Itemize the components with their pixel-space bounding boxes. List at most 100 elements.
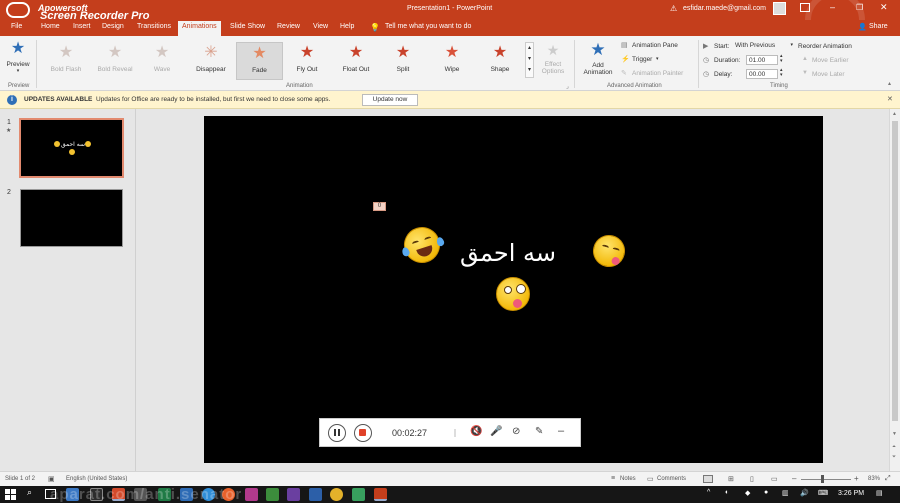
preview-button[interactable]: ★ Preview ▾ xyxy=(4,40,32,80)
fly-out-icon: ★ xyxy=(299,44,315,61)
scroll-up-icon[interactable]: ▲ xyxy=(892,111,897,117)
powerpoint-icon[interactable] xyxy=(374,488,387,501)
tell-me-search[interactable]: Tell me what you want to do xyxy=(385,23,471,30)
reading-view-icon[interactable]: ▯ xyxy=(750,475,754,483)
network-icon[interactable]: ▥ xyxy=(782,489,789,497)
zoom-out-icon[interactable]: – xyxy=(792,474,796,483)
effect-split[interactable]: ★ Split xyxy=(381,42,425,80)
move-later-button[interactable]: Move Later xyxy=(812,71,845,78)
tab-animations[interactable]: Animations xyxy=(178,21,221,36)
winking-tongue-emoji-icon[interactable] xyxy=(589,231,629,271)
microphone-icon[interactable]: 🎤 xyxy=(490,426,502,437)
animation-pane-button[interactable]: Animation Pane xyxy=(632,42,678,49)
wipe-icon: ★ xyxy=(444,44,460,61)
tab-view[interactable]: View xyxy=(313,23,328,30)
annotate-pen-icon[interactable]: ✎ xyxy=(535,426,543,437)
chevron-down-icon: ▾ xyxy=(16,68,20,74)
tab-file[interactable]: File xyxy=(11,23,22,30)
start-button-icon[interactable] xyxy=(5,489,16,500)
zoom-level[interactable]: 83% xyxy=(868,476,880,482)
pause-button[interactable] xyxy=(328,424,346,442)
tab-review[interactable]: Review xyxy=(277,23,300,30)
effect-bold-reveal[interactable]: ★ Bold Reveal xyxy=(93,42,137,80)
webcam-icon[interactable]: ⊘ xyxy=(512,426,520,437)
app-icon[interactable] xyxy=(352,488,365,501)
share-button[interactable]: Share xyxy=(869,23,888,30)
next-slide-icon[interactable]: ⏷ xyxy=(892,454,896,460)
slide-sorter-icon[interactable]: ⊞ xyxy=(728,475,734,483)
language-icon[interactable]: ⌨ xyxy=(818,489,828,497)
thumbnail-slide-2[interactable] xyxy=(20,189,123,247)
minimize-recorder-icon[interactable]: – xyxy=(558,425,564,437)
app-icon[interactable] xyxy=(245,488,258,501)
slideshow-icon[interactable]: ▭ xyxy=(771,475,778,483)
duration-input[interactable]: 01.00 xyxy=(746,55,778,65)
slide-title-text[interactable]: سه احمق xyxy=(460,239,556,267)
tab-slide-show[interactable]: Slide Show xyxy=(230,23,265,30)
effect-fly-out[interactable]: ★ Fly Out xyxy=(285,42,329,80)
update-now-button[interactable]: Update now xyxy=(362,94,418,106)
speaker-mute-icon[interactable]: 🔇 xyxy=(470,426,482,437)
notifications-icon[interactable]: ▤ xyxy=(876,489,883,497)
animation-painter-button[interactable]: Animation Painter xyxy=(632,70,683,77)
scroll-down-icon[interactable]: ▼ xyxy=(892,431,897,437)
user-email[interactable]: esfidar.maede@gmail.com xyxy=(683,5,766,12)
collapse-ribbon-icon[interactable]: ▴ xyxy=(888,80,891,87)
zoom-slider-thumb[interactable] xyxy=(821,475,824,483)
effect-disappear[interactable]: ✳ Disappear xyxy=(189,42,233,80)
search-icon[interactable]: ⌕ xyxy=(27,487,32,498)
tongue xyxy=(610,256,621,266)
tab-insert[interactable]: Insert xyxy=(73,23,91,30)
effect-options-button[interactable]: ★ Effect Options xyxy=(538,42,568,75)
tab-help[interactable]: Help xyxy=(340,23,354,30)
effect-shape[interactable]: ★ Shape xyxy=(478,42,522,80)
zany-face-emoji-icon[interactable] xyxy=(496,277,530,311)
prev-slide-icon[interactable]: ⏶ xyxy=(892,444,896,450)
effect-wave[interactable]: ★ Wave xyxy=(140,42,184,80)
normal-view-icon[interactable] xyxy=(703,475,713,483)
start-select[interactable]: With Previous ▾ xyxy=(733,41,793,51)
tab-transitions[interactable]: Transitions xyxy=(137,23,171,30)
laughing-tears-emoji-icon[interactable] xyxy=(399,222,446,268)
zoom-slider[interactable] xyxy=(801,479,851,480)
volume-icon[interactable]: 🔊 xyxy=(800,489,809,497)
effect-float-out[interactable]: ★ Float Out xyxy=(334,42,378,80)
stop-button[interactable] xyxy=(354,424,372,442)
scroll-thumb[interactable] xyxy=(892,121,898,421)
tray-up-icon[interactable]: ^ xyxy=(707,489,710,496)
close-notification-icon[interactable]: ✕ xyxy=(887,95,893,103)
app-icon[interactable] xyxy=(309,488,322,501)
effect-fade[interactable]: ★ Fade xyxy=(236,42,283,80)
effect-wipe[interactable]: ★ Wipe xyxy=(430,42,474,80)
delay-spinner[interactable]: ▴ ▾ xyxy=(780,68,783,78)
tab-home[interactable]: Home xyxy=(41,23,60,30)
delay-input[interactable]: 00.00 xyxy=(746,69,778,79)
close-button[interactable]: ✕ xyxy=(880,2,888,13)
app-icon[interactable] xyxy=(266,488,279,501)
tab-design[interactable]: Design xyxy=(102,23,124,30)
effect-bold-flash[interactable]: ★ Bold Flash xyxy=(44,42,88,80)
app-icon[interactable] xyxy=(287,488,300,501)
thumbnail-slide-1[interactable]: سه احمق xyxy=(19,118,124,178)
gallery-scroll[interactable]: ▴ ▾ ▾ xyxy=(525,42,534,78)
add-animation-button[interactable]: ★ Add Animation xyxy=(578,40,618,76)
clock[interactable]: 3:26 PM xyxy=(838,490,864,497)
notes-button[interactable]: Notes xyxy=(620,476,636,482)
avatar[interactable] xyxy=(773,2,786,15)
trigger-button[interactable]: Trigger xyxy=(632,56,652,63)
comments-button[interactable]: Comments xyxy=(657,476,686,482)
vertical-scrollbar[interactable]: ▲ ▼ ⏶ ⏷ xyxy=(889,109,900,471)
dialog-launcher-icon[interactable]: ⌟ xyxy=(566,83,569,90)
spellcheck-icon[interactable]: ▣ xyxy=(48,475,55,483)
tray-icon[interactable]: ● xyxy=(764,489,768,496)
current-slide-canvas[interactable]: 0 سه احمق xyxy=(204,116,823,463)
fit-slide-icon[interactable]: ⤢ xyxy=(885,475,891,483)
duration-spinner[interactable]: ▴ ▾ xyxy=(780,54,783,64)
animation-order-tag[interactable]: 0 xyxy=(373,202,386,211)
language-indicator[interactable]: English (United States) xyxy=(66,476,127,482)
zoom-in-icon[interactable]: + xyxy=(854,474,859,483)
tray-icon[interactable]: ◐ xyxy=(725,489,729,496)
tray-icon[interactable]: ◆ xyxy=(745,489,750,497)
chrome-icon[interactable] xyxy=(330,488,343,501)
move-earlier-button[interactable]: Move Earlier xyxy=(812,57,848,64)
